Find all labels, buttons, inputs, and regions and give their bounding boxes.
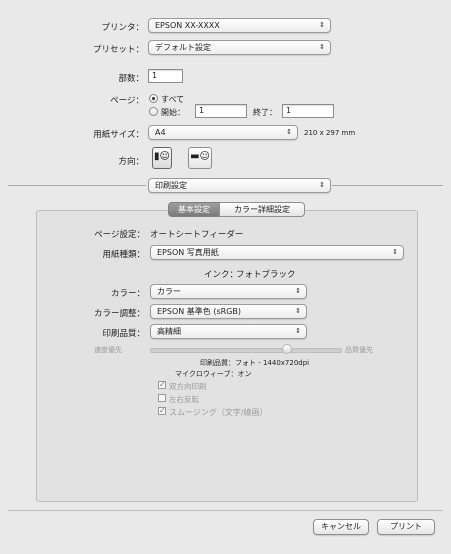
print-button[interactable]: プリント <box>377 519 435 535</box>
landscape-button[interactable]: ▬☺ <box>188 147 212 169</box>
paper-size-popup[interactable]: A4 ⇕ <box>148 125 298 140</box>
color-adjust-value: EPSON 基準色 (sRGB) <box>157 307 241 316</box>
pages-to-label: 終了： <box>253 108 277 117</box>
media-type-popup[interactable]: EPSON 写真用紙 ⇕ <box>150 245 404 260</box>
mirror-checkbox[interactable] <box>158 394 166 402</box>
quality-info: 印刷品質：フォト - 1440x720dpi <box>200 359 310 367</box>
quality-slider-thumb[interactable] <box>281 344 292 354</box>
separator-right <box>332 185 443 186</box>
page-setup-label: ページ設定： <box>94 230 145 240</box>
updown-arrows-icon: ⇕ <box>286 128 292 136</box>
microweave-info: マイクロウィーブ：オン <box>175 370 252 378</box>
preset-value: デフォルト設定 <box>155 43 211 52</box>
preset-label: プリセット： <box>92 45 144 55</box>
updown-arrows-icon: ⇕ <box>319 43 325 51</box>
tab-color-advanced[interactable]: カラー詳細設定 <box>219 202 305 217</box>
updown-arrows-icon: ⇕ <box>295 327 301 335</box>
orientation-label: 方向： <box>118 157 144 167</box>
landscape-person-icon: ▬☺ <box>190 151 210 162</box>
smoothing-label: スムージング（文字/線画） <box>169 408 268 417</box>
updown-arrows-icon: ⇕ <box>392 248 398 256</box>
ink-label: インク： <box>204 270 239 280</box>
color-value: カラー <box>157 287 181 296</box>
copies-label: 部数： <box>118 74 144 84</box>
color-label: カラー： <box>110 289 145 299</box>
updown-arrows-icon: ⇕ <box>319 181 325 189</box>
bidirectional-label: 双方向印刷 <box>169 382 207 391</box>
slider-right-label: 品質優先 <box>345 346 373 354</box>
updown-arrows-icon: ⇕ <box>295 287 301 295</box>
print-quality-label: 印刷品質： <box>102 329 145 339</box>
section-popup[interactable]: 印刷設定 ⇕ <box>148 178 331 193</box>
paper-dimensions: 210 x 297 mm <box>304 129 356 137</box>
color-adjust-label: カラー調整： <box>93 309 145 319</box>
pages-from-label: 開始： <box>161 108 185 117</box>
bidirectional-checkbox[interactable]: ✓ <box>158 381 166 389</box>
page-setup-value: オートシートフィーダー <box>150 230 244 240</box>
portrait-button[interactable]: ▮☺ <box>152 147 172 169</box>
preset-popup[interactable]: デフォルト設定 ⇕ <box>148 40 331 55</box>
media-type-label: 用紙種類： <box>102 250 145 260</box>
pages-label: ページ： <box>110 96 144 106</box>
color-adjust-popup[interactable]: EPSON 基準色 (sRGB) ⇕ <box>150 304 307 319</box>
cancel-button[interactable]: キャンセル <box>313 519 369 535</box>
quality-slider-track[interactable] <box>150 348 342 353</box>
portrait-person-icon: ▮☺ <box>154 151 170 162</box>
pages-range-radio[interactable] <box>149 107 158 116</box>
printer-label: プリンタ： <box>101 23 144 33</box>
printer-popup[interactable]: EPSON XX-XXXX ⇕ <box>148 18 331 33</box>
paper-size-value: A4 <box>155 128 166 137</box>
ink-value: フォトブラック <box>236 270 296 280</box>
tab-basic[interactable]: 基本設定 <box>168 202 220 217</box>
pages-all-radio[interactable] <box>149 94 158 103</box>
print-quality-popup[interactable]: 高精細 ⇕ <box>150 324 307 339</box>
section-value: 印刷設定 <box>155 181 187 190</box>
mirror-label: 左右反転 <box>169 395 199 404</box>
separator-left <box>8 185 146 186</box>
updown-arrows-icon: ⇕ <box>319 21 325 29</box>
media-type-value: EPSON 写真用紙 <box>157 248 219 257</box>
slider-left-label: 速度優先 <box>94 346 122 354</box>
pages-from-field[interactable]: 1 <box>195 104 247 118</box>
color-popup[interactable]: カラー ⇕ <box>150 284 307 299</box>
copies-field[interactable]: 1 <box>148 69 183 83</box>
smoothing-checkbox[interactable]: ✓ <box>158 407 166 415</box>
print-quality-value: 高精細 <box>157 327 181 336</box>
updown-arrows-icon: ⇕ <box>295 307 301 315</box>
printer-value: EPSON XX-XXXX <box>155 21 220 30</box>
pages-all-label: すべて <box>161 95 185 104</box>
bottom-separator <box>8 510 443 511</box>
pages-to-field[interactable]: 1 <box>282 104 334 118</box>
paper-size-label: 用紙サイズ： <box>93 130 144 140</box>
